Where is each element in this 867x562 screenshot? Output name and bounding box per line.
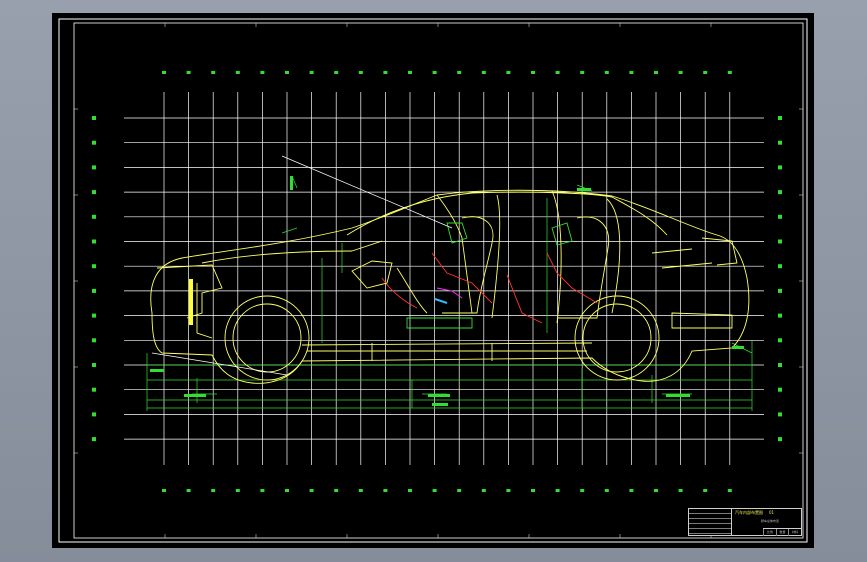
grid-tick <box>309 489 314 492</box>
grid-tick <box>678 489 683 492</box>
title-block-cell: 比例 <box>763 529 776 536</box>
grid-tick <box>432 489 437 492</box>
grid-tick <box>457 489 462 492</box>
title-block-cell: 数量 <box>775 529 789 536</box>
grid-tick <box>285 489 289 492</box>
title-block-cells: 比例 数量 材料 <box>763 528 801 536</box>
grid-tick <box>92 313 96 318</box>
grid-tick <box>778 264 782 269</box>
grid-tick <box>481 489 486 492</box>
grid-tick <box>778 140 782 145</box>
grid-tick <box>92 190 96 195</box>
grid-tick <box>358 489 363 492</box>
grid-tick <box>778 165 782 170</box>
interior-seats <box>351 216 610 329</box>
grid-tick <box>235 71 240 74</box>
grid-tick <box>727 489 732 492</box>
grid-tick <box>778 437 782 442</box>
grid-tick <box>457 71 462 74</box>
grid-tick <box>309 71 314 74</box>
grid-tick <box>162 489 166 492</box>
grid-tick <box>92 116 96 120</box>
grid-tick <box>92 288 96 293</box>
grid-tick <box>186 489 191 492</box>
grid-tick <box>92 437 96 442</box>
drawing-name: 汽车内部布置图 <box>735 510 763 515</box>
grid-tick <box>555 71 560 74</box>
grid-tick <box>211 71 216 74</box>
grid-tick <box>334 489 339 492</box>
grid-tick <box>555 489 560 492</box>
grid-tick <box>778 363 782 367</box>
grid-tick <box>778 288 782 293</box>
grid-tick <box>92 165 96 170</box>
grid-tick <box>778 190 782 195</box>
cad-viewport[interactable]: 汽车内部布置图 01 轿车总体布置 比例 数量 材料 <box>0 0 867 562</box>
grid-tick <box>285 71 289 74</box>
grid-tick <box>92 363 96 367</box>
grid-tick <box>92 140 96 145</box>
grid-tick <box>778 239 782 244</box>
grid-tick <box>162 71 166 74</box>
grid-tick <box>778 387 782 392</box>
grid-tick <box>211 489 216 492</box>
grid-tick <box>703 71 708 74</box>
grid-tick <box>260 71 265 74</box>
grid-tick <box>580 489 585 492</box>
grid-tick <box>604 489 609 492</box>
drawing-code: 01 <box>769 510 775 515</box>
grid-tick <box>703 489 708 492</box>
border-zone-ticks <box>74 23 803 538</box>
grid-tick <box>678 71 683 74</box>
grid-tick <box>334 71 339 74</box>
grid-tick <box>778 214 782 219</box>
grid-tick <box>408 489 412 492</box>
grid-tick <box>358 71 363 74</box>
sheet-inner-border <box>73 22 804 539</box>
grid-tick <box>235 489 240 492</box>
car-body-outline <box>150 189 750 384</box>
grid-tick <box>92 338 96 343</box>
grid-tick <box>604 71 609 74</box>
grid-tick <box>580 71 585 74</box>
grid-tick <box>481 71 486 74</box>
grid-tick <box>629 489 634 492</box>
grid-tick <box>92 239 96 244</box>
grid-tick <box>260 489 265 492</box>
grid-tick <box>727 71 732 74</box>
grid-tick <box>432 71 437 74</box>
reference-grid <box>124 92 764 465</box>
title-block-cell: 材料 <box>788 529 801 536</box>
grid-tick <box>383 489 388 492</box>
grid-tick <box>92 264 96 269</box>
grid-tick <box>92 214 96 219</box>
grid-tick-marks <box>92 71 782 492</box>
grid-tick <box>408 71 412 74</box>
grid-tick <box>778 338 782 343</box>
title-block: 汽车内部布置图 01 轿车总体布置 比例 数量 材料 <box>688 508 802 536</box>
headlight <box>189 279 193 325</box>
grid-tick <box>778 116 782 120</box>
drawing-sheet: 汽车内部布置图 01 轿车总体布置 比例 数量 材料 <box>52 13 814 548</box>
grid-tick <box>778 412 782 417</box>
title-block-revision-table <box>689 509 732 535</box>
grid-tick <box>531 489 535 492</box>
grid-tick <box>531 71 535 74</box>
grid-tick <box>629 71 634 74</box>
grid-tick <box>383 71 388 74</box>
grid-tick <box>92 412 96 417</box>
grid-tick <box>654 71 658 74</box>
grid-tick <box>186 71 191 74</box>
car-layout-drawing <box>58 18 808 543</box>
grid-tick <box>778 313 782 318</box>
grid-tick <box>92 387 96 392</box>
grid-tick <box>506 489 511 492</box>
grid-tick <box>654 489 658 492</box>
grid-tick <box>506 71 511 74</box>
ground-approach-line <box>151 352 288 376</box>
drawing-subtitle: 轿车总体布置 <box>761 519 780 523</box>
sheet-outer-border <box>58 18 808 543</box>
